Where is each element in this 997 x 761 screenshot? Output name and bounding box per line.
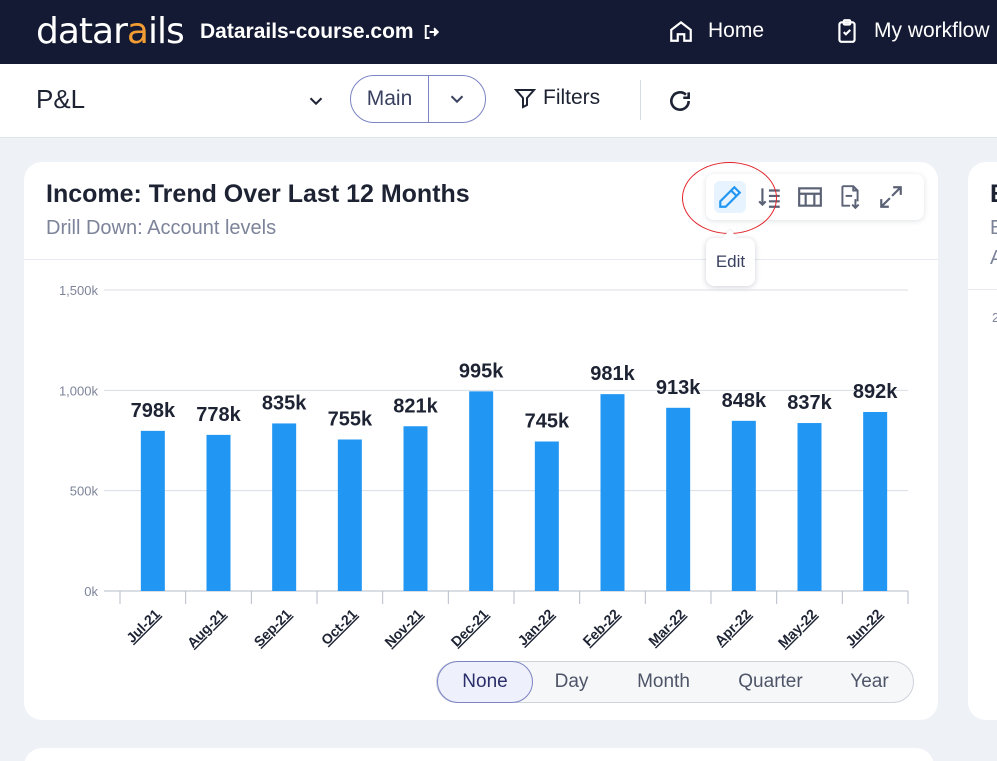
bar-data-label: 913k (656, 377, 701, 399)
y-tick-label: 1,000k (59, 383, 99, 398)
bar-data-label: 798k (131, 400, 176, 422)
bar[interactable] (863, 412, 888, 591)
filters-label: Filters (543, 86, 601, 109)
report-selector-label[interactable]: P&L (36, 84, 85, 115)
bar[interactable] (272, 423, 297, 591)
bar-data-label: 892k (853, 381, 898, 403)
bar-data-label: 821k (393, 395, 438, 417)
x-tick-label[interactable]: Mar-22 (645, 606, 688, 649)
bar[interactable] (797, 423, 822, 591)
side-widget-subtitle-2: A (990, 247, 997, 269)
granularity-quarter[interactable]: Quarter (717, 662, 824, 702)
filter-icon (513, 89, 537, 109)
nav-my-workflow-label: My workflow (874, 19, 990, 42)
granularity-none[interactable]: None (437, 661, 533, 703)
side-widget-axis-tick: 2 (992, 310, 997, 325)
chevron-down-icon[interactable] (305, 90, 327, 112)
bar-data-label: 837k (787, 392, 832, 414)
nav-home[interactable]: Home (668, 18, 764, 44)
y-tick-label: 1,500k (59, 283, 99, 298)
y-tick-label: 0k (84, 584, 98, 599)
home-icon (670, 20, 692, 42)
side-widget-title: E (990, 180, 997, 209)
top-nav-bar: datarails Datarails-course.com Home My w… (0, 0, 997, 64)
nav-home-label: Home (708, 19, 765, 42)
income-trend-widget: Income: Trend Over Last 12 Months Drill … (24, 162, 938, 720)
x-tick-label[interactable]: Jul-21 (123, 606, 163, 646)
divider (968, 289, 997, 290)
refresh-icon[interactable] (667, 88, 693, 114)
x-tick-label[interactable]: Jun-22 (842, 606, 885, 649)
scenario-dropdown-toggle[interactable] (429, 88, 485, 110)
income-bar-chart: 0k 500k 1,000k 1,500k 798k Jul-21 778k Aug-21 83… (59, 283, 909, 651)
company-switcher[interactable]: Datarails-course.com (200, 20, 440, 44)
x-tick-label[interactable]: Aug-21 (184, 606, 229, 651)
granularity-selector: None Day Month Quarter Year (436, 661, 914, 703)
clipboard-check-icon (838, 19, 856, 43)
x-tick-label[interactable]: Nov-21 (381, 606, 425, 650)
y-tick-label: 500k (70, 484, 99, 499)
bar[interactable] (337, 439, 362, 591)
bar[interactable] (206, 434, 231, 591)
lower-widget (24, 748, 934, 761)
bar-data-label: 745k (525, 411, 570, 433)
side-widget-subtitle: E (990, 217, 997, 239)
bar-data-label: 981k (590, 363, 635, 385)
bar[interactable] (731, 420, 756, 591)
datarails-logo[interactable]: datarails (36, 10, 185, 54)
bar[interactable] (403, 426, 428, 591)
bar[interactable] (469, 391, 494, 591)
filters-button[interactable]: Filters (513, 86, 600, 110)
bar-data-label: 778k (196, 404, 241, 426)
granularity-year[interactable]: Year (824, 662, 915, 702)
filter-bar: P&L Main Filters (0, 64, 997, 138)
x-tick-label[interactable]: Apr-22 (711, 606, 754, 649)
scenario-selector[interactable]: Main (350, 75, 486, 123)
bar-data-label: 835k (262, 392, 307, 414)
x-tick-label[interactable]: Dec-21 (448, 606, 492, 650)
side-widget: E E A 2 (968, 162, 997, 720)
granularity-day[interactable]: Day (533, 662, 610, 702)
divider (640, 80, 641, 120)
bar-data-label: 995k (459, 360, 504, 382)
x-tick-label[interactable]: Jan-22 (514, 606, 557, 649)
bar-data-label: 755k (328, 408, 373, 430)
scenario-label: Main (366, 87, 413, 110)
x-tick-label[interactable]: Feb-22 (579, 606, 622, 649)
bar[interactable] (140, 430, 165, 591)
x-tick-label[interactable]: Sep-21 (251, 606, 295, 650)
nav-my-workflow[interactable]: My workflow (834, 18, 990, 44)
chevron-down-icon (450, 95, 464, 104)
bar[interactable] (666, 407, 691, 591)
switch-company-icon (424, 25, 439, 39)
company-name: Datarails-course.com (200, 20, 414, 43)
x-tick-label[interactable]: May-22 (775, 606, 820, 651)
bar[interactable] (534, 441, 559, 591)
granularity-month[interactable]: Month (610, 662, 717, 702)
bar[interactable] (600, 394, 625, 591)
bar-data-label: 848k (722, 390, 767, 412)
x-tick-label[interactable]: Oct-21 (318, 606, 360, 648)
